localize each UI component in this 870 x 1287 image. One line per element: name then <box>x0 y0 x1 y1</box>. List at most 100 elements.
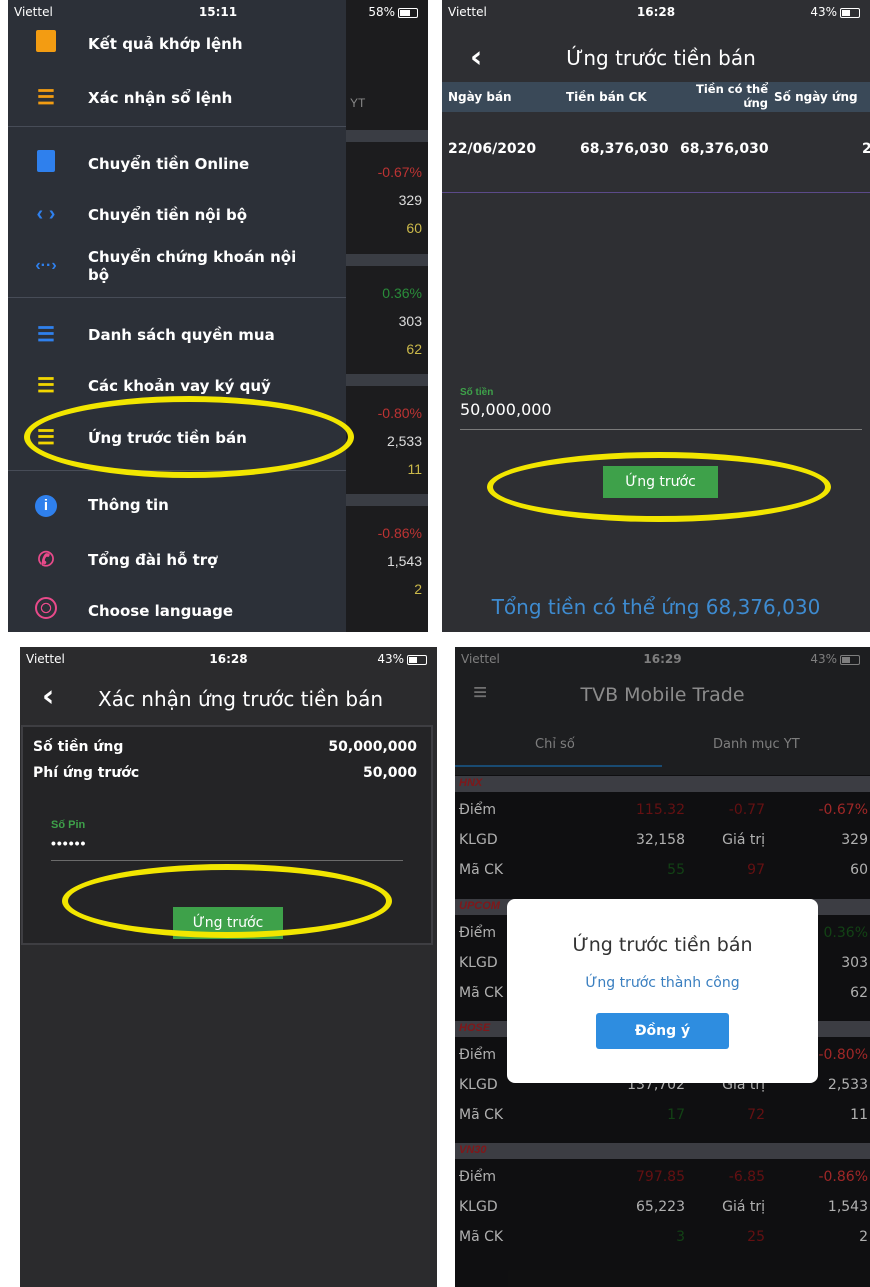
confirm-advance-screen: Viettel 16:28 43% ‹ Xác nhận ứng trước t… <box>20 647 437 1287</box>
screen-title: Xác nhận ứng trước tiền bán <box>98 687 384 711</box>
advance-confirm-button[interactable]: Ứng trước <box>173 907 283 939</box>
background-value: -0.86% <box>377 525 422 541</box>
clock: 16:28 <box>209 652 248 666</box>
background-value: -0.80% <box>377 405 422 421</box>
background-value: 2 <box>414 581 422 597</box>
side-drawer: Kết quả khớp lệnh ☰ Xác nhận sổ lệnh Chu… <box>8 0 346 632</box>
list-icon: ☰ <box>37 87 55 109</box>
battery-icon <box>398 7 418 18</box>
background-divider <box>346 494 428 506</box>
menu-divider <box>8 470 346 471</box>
battery-indicator: 58% <box>368 5 418 19</box>
total-advance-text: Tổng tiền có thể ứng 68,376,030 <box>491 595 821 619</box>
menu-label: Kết quả khớp lệnh <box>88 35 243 53</box>
menu-label: Tổng đài hỗ trợ <box>88 550 218 569</box>
dialog-ok-button[interactable]: Đồng ý <box>596 1013 729 1049</box>
clock: 15:11 <box>198 5 238 19</box>
cell-sale-date: 22/06/2020 <box>448 141 537 157</box>
transfer-arrows-icon: ‹··› <box>35 257 57 274</box>
screen-title: Ứng trước tiền bán <box>566 46 756 70</box>
battery-indicator: 43% <box>377 652 427 666</box>
menu-label: Thông tin <box>88 496 169 514</box>
fee-label: Phí ứng trước <box>33 765 140 781</box>
code-arrows-icon: ‹ › <box>36 203 56 225</box>
background-divider <box>346 254 428 266</box>
status-bar: Viettel 16:28 43% <box>442 0 870 24</box>
cell-sale-amount: 68,376,030 <box>580 141 669 157</box>
menu-item-chuyen-tien-noi-bo[interactable]: ‹ › Chuyển tiền nội bộ <box>8 203 346 226</box>
receipt-icon <box>30 150 62 178</box>
battery-icon <box>840 7 860 18</box>
fee-value: 50,000 <box>362 765 417 781</box>
menu-item-thong-tin[interactable]: i Thông tin <box>8 493 346 517</box>
background-value: 11 <box>407 461 422 477</box>
column-header: Tiền có thể ứng <box>696 82 768 110</box>
background-divider <box>346 374 428 386</box>
menu-item-ung-truoc-tien-ban[interactable]: ☰ Ứng trước tiền bán <box>8 425 346 450</box>
amount-input[interactable]: 50,000,000 <box>460 400 862 430</box>
menu-divider <box>8 126 346 127</box>
column-header: Số ngày ứng <box>774 90 858 104</box>
globe-icon <box>30 597 62 625</box>
advance-button[interactable]: Ứng trước <box>603 466 718 498</box>
advance-amount-value: 50,000,000 <box>328 739 417 755</box>
bookmark-icon <box>30 30 62 58</box>
menu-item-danh-sach-quyen-mua[interactable]: ☰ Danh sách quyền mua <box>8 322 346 347</box>
battery-icon <box>407 654 427 665</box>
menu-label: Xác nhận sổ lệnh <box>88 88 233 107</box>
info-icon: i <box>30 493 62 517</box>
table-divider <box>442 192 870 193</box>
menu-label: Chuyển chứng khoán nội bộ <box>88 248 297 284</box>
table-header: Ngày bán Tiền bán CK Tiền có thể ứng Số … <box>442 82 870 112</box>
bars-icon: ☰ <box>37 427 55 449</box>
background-value: 0.36% <box>382 285 422 301</box>
menu-screen: YT -0.67% 329 60 0.36% 303 62 -0.80% 2,5… <box>8 0 428 632</box>
clock: 16:28 <box>636 5 676 19</box>
cell-days: 2 <box>862 141 870 157</box>
menu-label: Các khoản vay ký quỹ <box>88 376 271 395</box>
background-market-column: YT -0.67% 329 60 0.36% 303 62 -0.80% 2,5… <box>346 0 428 632</box>
back-chevron-icon[interactable]: ‹ <box>42 679 54 714</box>
bullet-list-icon: ☰ <box>37 324 55 346</box>
dialog-message: Ứng trước thành công <box>585 975 740 991</box>
menu-label: Choose language <box>88 602 234 620</box>
phone-icon: ✆ <box>37 549 55 571</box>
menu-label: Danh sách quyền mua <box>88 325 275 344</box>
menu-divider <box>8 297 346 298</box>
menu-label: Ứng trước tiền bán <box>88 428 247 447</box>
status-bar: Viettel 15:11 58% <box>8 0 428 24</box>
menu-item-xac-nhan-so-lenh[interactable]: ☰ Xác nhận sổ lệnh <box>8 85 346 110</box>
pin-input[interactable]: •••••• <box>51 835 403 861</box>
amount-label: Số tiền <box>460 387 494 398</box>
menu-item-ket-qua-khop-lenh[interactable]: Kết quả khớp lệnh <box>8 30 346 58</box>
bars-icon: ☰ <box>37 375 55 397</box>
menu-label: Chuyển tiền Online <box>88 155 250 173</box>
menu-item-choose-language[interactable]: Choose language <box>8 597 346 625</box>
battery-percent: 43% <box>810 5 837 19</box>
background-tab: YT <box>350 96 366 110</box>
cell-advance-amount: 68,376,030 <box>680 141 769 157</box>
status-bar: Viettel 16:28 43% <box>20 647 437 671</box>
background-value: -0.67% <box>377 164 422 180</box>
background-value: 62 <box>406 341 422 357</box>
menu-label: Chuyển tiền nội bộ <box>88 205 247 224</box>
success-dialog: Ứng trước tiền bán Ứng trước thành công … <box>507 899 818 1083</box>
background-value: 329 <box>398 192 422 208</box>
background-value: 2,533 <box>386 433 422 449</box>
battery-percent: 43% <box>377 652 404 666</box>
background-value: 60 <box>406 220 422 236</box>
menu-item-chuyen-chung-khoan-noi-bo[interactable]: ‹··› Chuyển chứng khoán nội bộ <box>8 248 346 284</box>
battery-indicator: 43% <box>810 5 860 19</box>
confirm-card: Số tiền ứng 50,000,000 Phí ứng trước 50,… <box>21 725 433 945</box>
pin-label: Số Pin <box>51 819 86 831</box>
menu-item-chuyen-tien-online[interactable]: Chuyển tiền Online <box>8 150 346 178</box>
menu-item-tong-dai-ho-tro[interactable]: ✆ Tổng đài hỗ trợ <box>8 547 346 572</box>
background-divider <box>346 130 428 142</box>
column-header: Tiền bán CK <box>566 90 647 104</box>
market-overview-screen: Viettel 16:29 43% ≡ TVB Mobile Trade Chỉ… <box>455 647 870 1287</box>
background-value: 1,543 <box>386 553 422 569</box>
menu-item-cac-khoan-vay-ky-quy[interactable]: ☰ Các khoản vay ký quỹ <box>8 373 346 398</box>
advance-sale-screen: Viettel 16:28 43% ‹ Ứng trước tiền bán N… <box>442 0 870 632</box>
dialog-title: Ứng trước tiền bán <box>572 934 753 956</box>
background-value: 303 <box>398 313 422 329</box>
